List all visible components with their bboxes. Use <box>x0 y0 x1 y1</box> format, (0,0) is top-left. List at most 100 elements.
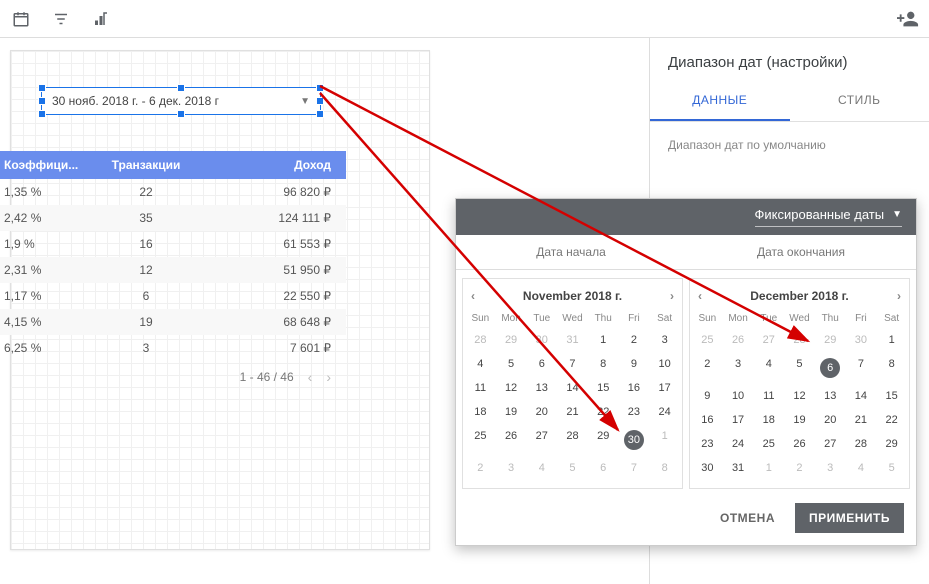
resize-handle[interactable] <box>38 110 46 118</box>
calendar-day[interactable]: 2 <box>465 456 496 480</box>
calendar-day[interactable]: 4 <box>526 456 557 480</box>
tab-style[interactable]: СТИЛЬ <box>790 81 929 121</box>
calendar-day[interactable]: 25 <box>692 328 723 352</box>
calendar-day[interactable]: 31 <box>723 456 754 480</box>
calendar-day[interactable]: 3 <box>649 328 680 352</box>
calendar-day[interactable]: 18 <box>465 400 496 424</box>
apply-button[interactable]: ПРИМЕНИТЬ <box>795 503 904 533</box>
resize-handle[interactable] <box>38 97 46 105</box>
calendar-day[interactable]: 8 <box>588 352 619 376</box>
calendar-day[interactable]: 21 <box>846 408 877 432</box>
calendar-day[interactable]: 14 <box>846 384 877 408</box>
calendar-day[interactable]: 4 <box>753 352 784 384</box>
calendar-day[interactable]: 18 <box>753 408 784 432</box>
calendar-day[interactable]: 22 <box>876 408 907 432</box>
calendar-day[interactable]: 15 <box>588 376 619 400</box>
calendar-day[interactable]: 28 <box>784 328 815 352</box>
calendar-day[interactable]: 1 <box>876 328 907 352</box>
tab-data[interactable]: ДАННЫЕ <box>650 81 790 121</box>
calendar-day[interactable]: 2 <box>692 352 723 384</box>
data-control-tool-icon[interactable] <box>90 8 112 30</box>
calendar-day[interactable]: 6 <box>526 352 557 376</box>
calendar-day[interactable]: 8 <box>876 352 907 384</box>
prev-month-icon[interactable]: ‹ <box>698 289 702 303</box>
date-type-dropdown[interactable]: Фиксированные даты ▼ <box>755 207 902 227</box>
calendar-day[interactable]: 24 <box>723 432 754 456</box>
calendar-day[interactable]: 5 <box>496 352 527 376</box>
calendar-day[interactable]: 4 <box>465 352 496 376</box>
calendar-day[interactable]: 9 <box>692 384 723 408</box>
calendar-day[interactable]: 17 <box>649 376 680 400</box>
calendar-day[interactable]: 29 <box>588 424 619 456</box>
calendar-day[interactable]: 25 <box>465 424 496 456</box>
calendar-day[interactable]: 11 <box>465 376 496 400</box>
table-row[interactable]: 2,31 %1251 950 ₽ <box>0 257 346 283</box>
calendar-day[interactable]: 28 <box>846 432 877 456</box>
date-range-tool-icon[interactable] <box>10 8 32 30</box>
calendar-day[interactable]: 23 <box>619 400 650 424</box>
calendar-day[interactable]: 29 <box>815 328 846 352</box>
calendar-day[interactable]: 8 <box>649 456 680 480</box>
calendar-day[interactable]: 20 <box>526 400 557 424</box>
calendar-day[interactable]: 29 <box>876 432 907 456</box>
table-row[interactable]: 1,9 %1661 553 ₽ <box>0 231 346 257</box>
resize-handle[interactable] <box>316 97 324 105</box>
calendar-day[interactable]: 11 <box>753 384 784 408</box>
calendar-day[interactable]: 20 <box>815 408 846 432</box>
resize-handle[interactable] <box>316 110 324 118</box>
calendar-day[interactable]: 31 <box>557 328 588 352</box>
col-header[interactable]: Доход <box>206 158 346 172</box>
calendar-day[interactable]: 9 <box>619 352 650 376</box>
calendar-day[interactable]: 28 <box>465 328 496 352</box>
calendar-day[interactable]: 21 <box>557 400 588 424</box>
cancel-button[interactable]: ОТМЕНА <box>710 503 785 533</box>
table-row[interactable]: 1,17 %622 550 ₽ <box>0 283 346 309</box>
date-range-control[interactable]: 30 нояб. 2018 г. - 6 дек. 2018 г ▼ <box>41 87 321 115</box>
calendar-day[interactable]: 1 <box>753 456 784 480</box>
col-header[interactable]: Транзакции <box>86 158 206 172</box>
calendar-day[interactable]: 2 <box>619 328 650 352</box>
calendar-day[interactable]: 16 <box>619 376 650 400</box>
calendar-day[interactable]: 12 <box>496 376 527 400</box>
calendar-day[interactable]: 10 <box>723 384 754 408</box>
calendar-day[interactable]: 7 <box>557 352 588 376</box>
calendar-day[interactable]: 30 <box>692 456 723 480</box>
table-row[interactable]: 6,25 %37 601 ₽ <box>0 335 346 361</box>
calendar-day[interactable]: 10 <box>649 352 680 376</box>
calendar-day[interactable]: 26 <box>723 328 754 352</box>
table-row[interactable]: 1,35 %2296 820 ₽ <box>0 179 346 205</box>
calendar-day[interactable]: 3 <box>723 352 754 384</box>
calendar-day[interactable]: 19 <box>784 408 815 432</box>
pager-prev-icon[interactable]: ‹ <box>308 369 313 385</box>
calendar-day[interactable]: 1 <box>649 424 680 456</box>
canvas[interactable]: 30 нояб. 2018 г. - 6 дек. 2018 г ▼ Коэфф… <box>10 50 430 550</box>
col-header[interactable]: Коэффици... <box>0 158 86 172</box>
calendar-day[interactable]: 25 <box>753 432 784 456</box>
calendar-day[interactable]: 5 <box>557 456 588 480</box>
prev-month-icon[interactable]: ‹ <box>471 289 475 303</box>
calendar-day[interactable]: 30 <box>619 424 650 456</box>
calendar-day[interactable]: 30 <box>526 328 557 352</box>
calendar-day[interactable]: 23 <box>692 432 723 456</box>
calendar-day[interactable]: 6 <box>815 352 846 384</box>
table-row[interactable]: 2,42 %35124 111 ₽ <box>0 205 346 231</box>
filter-tool-icon[interactable] <box>50 8 72 30</box>
resize-handle[interactable] <box>38 84 46 92</box>
calendar-day[interactable]: 12 <box>784 384 815 408</box>
calendar-day[interactable]: 27 <box>815 432 846 456</box>
calendar-day[interactable]: 28 <box>557 424 588 456</box>
calendar-day[interactable]: 7 <box>619 456 650 480</box>
calendar-day[interactable]: 5 <box>876 456 907 480</box>
calendar-day[interactable]: 4 <box>846 456 877 480</box>
calendar-day[interactable]: 27 <box>753 328 784 352</box>
calendar-day[interactable]: 26 <box>496 424 527 456</box>
calendar-day[interactable]: 27 <box>526 424 557 456</box>
calendar-day[interactable]: 30 <box>846 328 877 352</box>
table-row[interactable]: 4,15 %1968 648 ₽ <box>0 309 346 335</box>
calendar-day[interactable]: 5 <box>784 352 815 384</box>
calendar-day[interactable]: 14 <box>557 376 588 400</box>
next-month-icon[interactable]: › <box>897 289 901 303</box>
calendar-day[interactable]: 16 <box>692 408 723 432</box>
calendar-day[interactable]: 7 <box>846 352 877 384</box>
next-month-icon[interactable]: › <box>670 289 674 303</box>
